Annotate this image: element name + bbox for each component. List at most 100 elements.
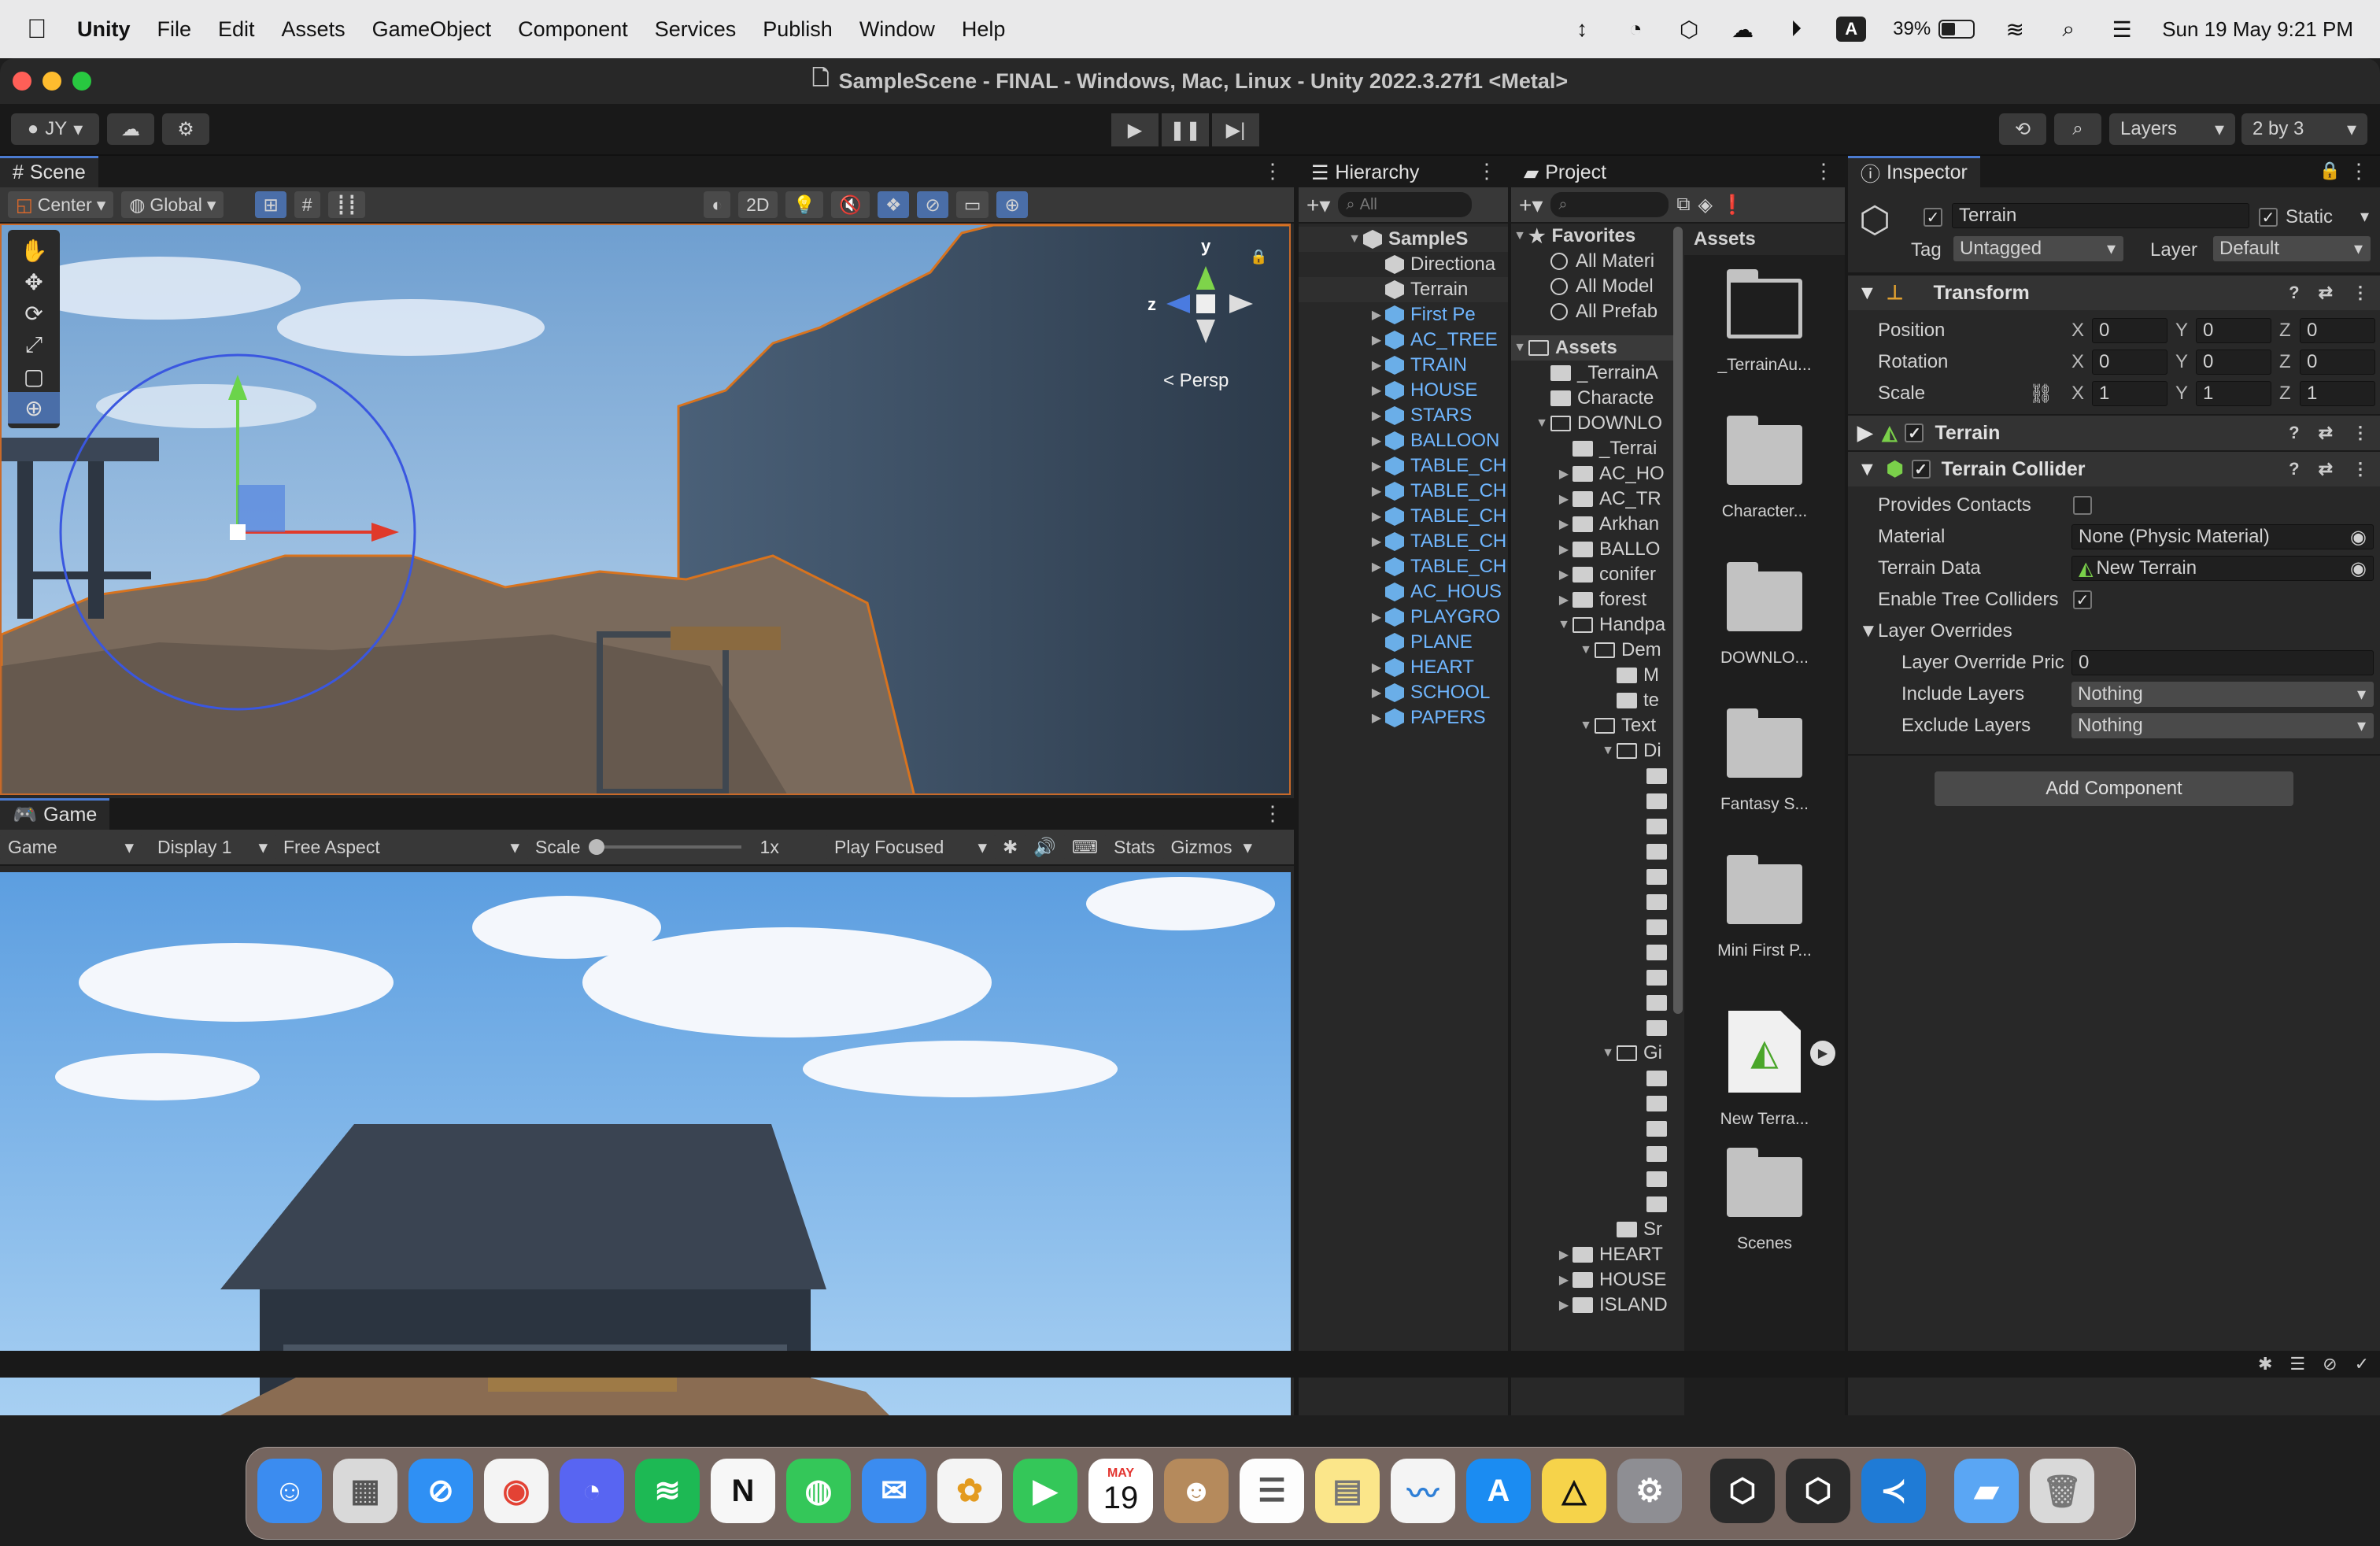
scene-visibility-toggle[interactable]: ⊘ xyxy=(917,191,948,218)
asset-grid-item[interactable]: _TerrainAu... xyxy=(1686,269,1843,375)
reminders-icon[interactable]: ☰ xyxy=(1240,1459,1304,1523)
network-off-icon[interactable]: ⊘ xyxy=(2323,1354,2337,1374)
gizmos-dropdown[interactable]: ⊕ xyxy=(996,191,1028,218)
asset-folder-row[interactable] xyxy=(1511,814,1683,839)
asset-folder-row[interactable] xyxy=(1511,890,1683,915)
close-window-button[interactable] xyxy=(13,72,31,91)
play-mode-dropdown[interactable]: Play Focused ▾ xyxy=(826,834,995,860)
menu-edit[interactable]: Edit xyxy=(218,17,255,42)
asset-folder-row[interactable]: ▶ HEART xyxy=(1511,1242,1683,1267)
play-preview-icon[interactable]: ▶ xyxy=(1810,1041,1835,1066)
hierarchy-row[interactable]: PLANE xyxy=(1299,630,1508,655)
chevron-down-icon[interactable]: ▾ xyxy=(2360,206,2369,227)
debug-off-icon[interactable]: ✱ xyxy=(2258,1354,2272,1374)
tab-game[interactable]: 🎮 Game xyxy=(0,798,110,830)
game-viewport[interactable] xyxy=(0,872,1291,1415)
favorites-row[interactable]: ▼ ★ Favorites xyxy=(1511,224,1683,249)
transform-tool-icon[interactable]: ⊕ xyxy=(8,392,60,423)
expand-arrow-icon[interactable]: ▶ xyxy=(1368,534,1385,549)
hierarchy-row[interactable]: ▶ TABLE_CH xyxy=(1299,479,1508,504)
trash-icon[interactable]: 🗑 xyxy=(2030,1459,2094,1523)
asset-folder-row[interactable]: ▼ DOWNLO xyxy=(1511,411,1683,436)
hierarchy-row[interactable]: ▶ STARS xyxy=(1299,403,1508,428)
asset-folder-row[interactable] xyxy=(1511,915,1683,940)
menu-services[interactable]: Services xyxy=(655,17,737,42)
asset-folder-row[interactable]: ▼ Gi xyxy=(1511,1041,1683,1066)
spotify-icon[interactable]: ≋ xyxy=(635,1459,700,1523)
mail-icon[interactable]: ✉ xyxy=(862,1459,926,1523)
vscode-icon[interactable]: ≺ xyxy=(1861,1459,1926,1523)
wifi-lock-icon[interactable]: ◔ xyxy=(1622,16,1649,43)
expand-arrow-icon[interactable]: ▶ xyxy=(1555,1272,1572,1288)
game-menu-icon[interactable]: ⋮ xyxy=(1262,801,1283,826)
project-tree-scrollbar[interactable] xyxy=(1673,227,1683,1014)
unity-editor-icon[interactable]: ⬡ xyxy=(1786,1459,1850,1523)
search-button[interactable]: ⌕ xyxy=(2054,113,2101,145)
expand-arrow-icon[interactable]: ▼ xyxy=(1511,341,1528,355)
expand-arrow-icon[interactable]: ▶ xyxy=(1368,660,1385,675)
terrain-data-field[interactable]: ◭ New Terrain ◉ xyxy=(2071,556,2374,581)
transform-z-field[interactable]: 0 xyxy=(2300,318,2375,343)
expand-arrow-icon[interactable]: ▶ xyxy=(1368,710,1385,726)
layer-overrides-row[interactable]: ▼ Layer Overrides xyxy=(1848,616,2380,647)
hierarchy-row[interactable]: ▶ PAPERS xyxy=(1299,705,1508,730)
expand-arrow-icon[interactable]: ▶ xyxy=(1555,491,1572,507)
expand-arrow-icon[interactable]: ▶ xyxy=(1368,509,1385,524)
messages-icon[interactable]: ◍ xyxy=(786,1459,851,1523)
freeform-icon[interactable]: 〰 xyxy=(1391,1459,1455,1523)
toggle-2d-button[interactable]: 2D xyxy=(738,191,778,218)
asset-folder-row[interactable] xyxy=(1511,839,1683,864)
vertical-arrows-icon[interactable]: ↕ xyxy=(1569,16,1595,43)
assets-root-row[interactable]: ▼ Assets xyxy=(1511,335,1683,361)
terrain-enabled-checkbox[interactable]: ✓ xyxy=(1905,423,1924,442)
asset-grid-item[interactable]: Scenes xyxy=(1686,1148,1843,1253)
pause-button[interactable]: ❚❚ xyxy=(1162,113,1209,146)
tree-colliders-checkbox[interactable]: ✓ xyxy=(2073,590,2092,609)
hierarchy-menu-icon[interactable]: ⋮ xyxy=(1476,159,1497,183)
asset-folder-row[interactable] xyxy=(1511,1066,1683,1091)
expand-arrow-icon[interactable]: ▶ xyxy=(1368,357,1385,373)
grid-visibility-button[interactable]: # xyxy=(294,191,320,218)
breadcrumb[interactable]: Assets xyxy=(1684,224,1845,255)
tag-dropdown[interactable]: Untagged xyxy=(1953,236,2123,261)
transform-z-field[interactable]: 1 xyxy=(2300,381,2375,406)
unity-status-icon[interactable]: ⬡ xyxy=(1676,16,1702,43)
expand-arrow-icon[interactable]: ▼ xyxy=(1599,1046,1617,1060)
asset-folder-row[interactable]: ▼ Dem xyxy=(1511,638,1683,663)
asset-folder-row[interactable]: ▶ AC_TR xyxy=(1511,486,1683,512)
menu-app-unity[interactable]: Unity xyxy=(77,17,131,42)
keyboard-button[interactable]: ⌨ xyxy=(1063,834,1107,860)
scale-slider[interactable]: Scale 1x xyxy=(527,834,819,860)
move-tool-icon[interactable]: ✥ xyxy=(8,266,60,298)
asset-folder-row[interactable] xyxy=(1511,1141,1683,1167)
expand-arrow-icon[interactable]: ▼ xyxy=(1599,744,1617,758)
expand-arrow-icon[interactable]: ▶ xyxy=(1368,483,1385,499)
expand-arrow-icon[interactable]: ▶ xyxy=(1368,408,1385,423)
asset-folder-row[interactable] xyxy=(1511,1015,1683,1041)
layout-dropdown[interactable]: 2 by 3 ▾ xyxy=(2241,113,2367,145)
game-view-dropdown[interactable]: Game ▾ xyxy=(0,834,142,860)
exclude-layers-dropdown[interactable]: Nothing xyxy=(2071,713,2374,738)
asset-folder-row[interactable]: ▼ Di xyxy=(1511,738,1683,764)
step-button[interactable]: ▶| xyxy=(1212,113,1259,146)
scene-viewport[interactable]: ✋ ✥ ⟳ ⤢ ▢ ⊕ y z 🔒 < Persp xyxy=(0,224,1291,795)
hierarchy-row[interactable]: ▶ TABLE_CH xyxy=(1299,554,1508,579)
asset-folder-row[interactable]: ▶ BALLO xyxy=(1511,537,1683,562)
hierarchy-row[interactable]: ▶ HEART xyxy=(1299,655,1508,680)
hierarchy-row[interactable]: ▶ TABLE_CH xyxy=(1299,504,1508,529)
expand-arrow-icon[interactable]: ▼ xyxy=(1346,232,1363,246)
expand-arrow-icon[interactable]: ▶ xyxy=(1368,458,1385,474)
expand-arrow-icon[interactable]: ▼ xyxy=(1577,643,1595,657)
asset-folder-row[interactable]: ▶ ISLAND xyxy=(1511,1293,1683,1318)
menu-assets[interactable]: Assets xyxy=(282,17,346,42)
active-checkbox[interactable]: ✓ xyxy=(1924,208,1942,227)
lock-icon[interactable]: 🔒 xyxy=(1250,249,1267,265)
filter-label-icon[interactable]: ◈ xyxy=(1698,194,1713,216)
account-dropdown[interactable]: ● JY ▾ xyxy=(11,113,99,145)
downloads-folder-icon[interactable]: ▰ xyxy=(1954,1459,2019,1523)
asset-grid-item[interactable]: Fantasy S... xyxy=(1686,708,1843,814)
input-source-icon[interactable]: A xyxy=(1836,17,1867,42)
hand-tool-icon[interactable]: ✋ xyxy=(8,235,60,266)
menu-file[interactable]: File xyxy=(157,17,192,42)
expand-arrow-icon[interactable]: ▶ xyxy=(1555,592,1572,608)
